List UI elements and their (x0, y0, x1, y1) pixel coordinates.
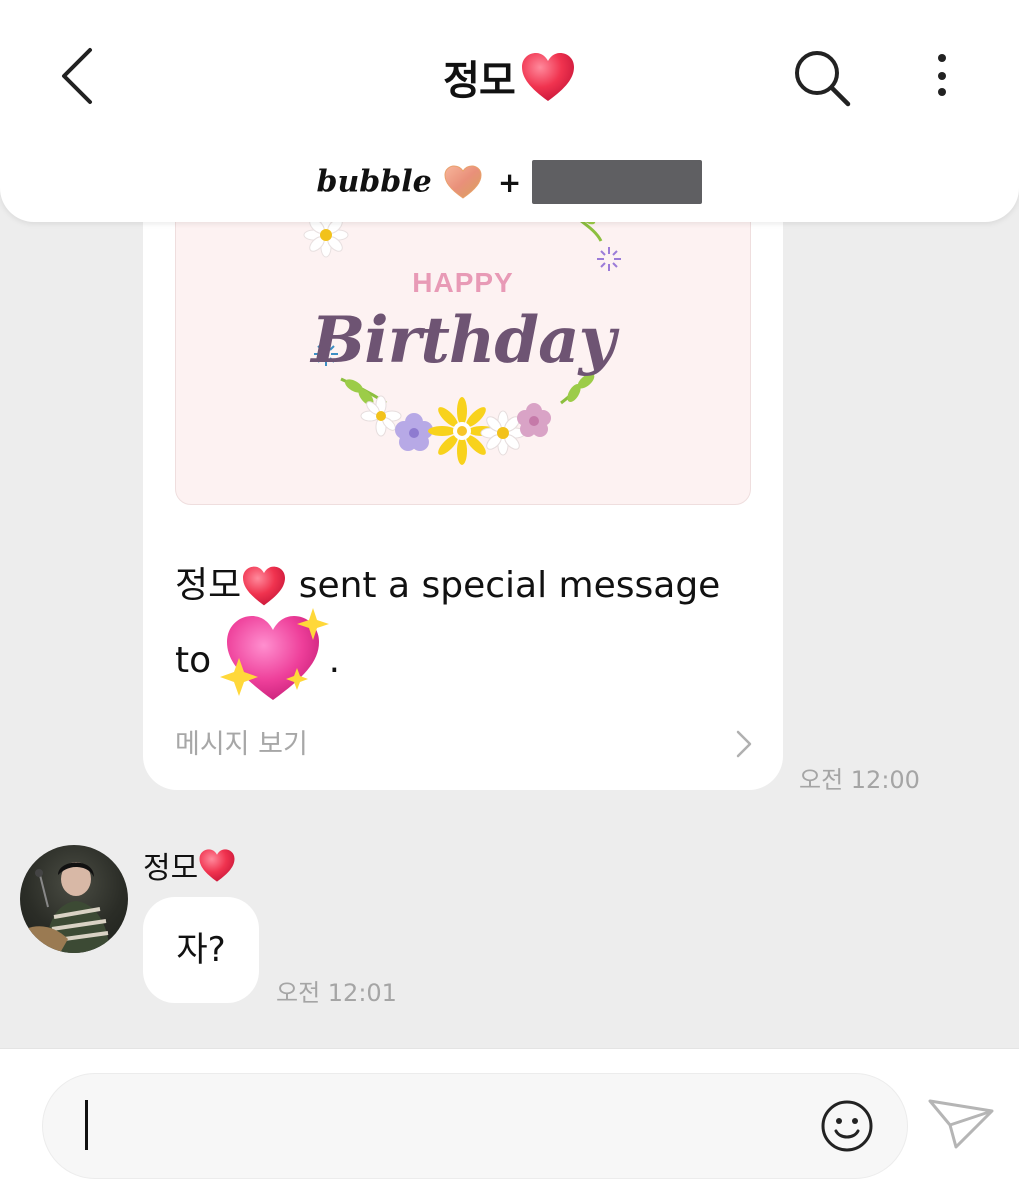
sender-name: 정모 (143, 843, 236, 887)
view-message-label: 메시지 보기 (175, 729, 308, 760)
red-heart-icon (199, 848, 235, 882)
card-sender-name: 정모 (175, 565, 242, 606)
message-input[interactable] (42, 1073, 908, 1179)
special-message-card[interactable]: HAPPY Birthday 정모 sent a special message… (143, 170, 783, 790)
card-message-part1: sent a special message (298, 565, 721, 606)
card-message-end: . (328, 640, 341, 681)
view-message-link[interactable]: 메시지 보기 (175, 725, 753, 765)
more-vertical-icon (938, 54, 946, 96)
artist-photo (26, 862, 110, 953)
birthday-card-image: HAPPY Birthday (175, 210, 751, 505)
message-input-bar (0, 1048, 1019, 1200)
brand-plus: + (497, 165, 522, 199)
chevron-right-icon (736, 730, 752, 758)
bubble-brand-logo: bubble (316, 164, 432, 200)
gold-heart-icon (444, 165, 482, 199)
red-heart-icon (521, 53, 574, 101)
search-button[interactable] (790, 46, 854, 110)
sender-name-text: 정모 (143, 851, 199, 886)
bubble-brand-banner: bubble + (0, 160, 1019, 212)
text-cursor (85, 1100, 88, 1150)
chat-header: 정모 bubble + (0, 0, 1019, 222)
card-birthday-text: Birthday (311, 303, 616, 378)
message-timestamp: 오전 12:00 (799, 766, 920, 794)
special-message-text: 정모 sent a special message to . (175, 555, 755, 706)
more-options-button[interactable] (918, 46, 966, 106)
card-happy-text: HAPPY (412, 267, 514, 298)
sparkling-heart-icon (219, 608, 329, 700)
message-timestamp: 오전 12:01 (276, 979, 397, 1007)
chat-title: 정모 (443, 58, 516, 104)
red-heart-icon (243, 566, 286, 606)
search-icon (795, 51, 851, 107)
chat-title-wrap: 정모 (0, 48, 1019, 106)
avatar[interactable] (20, 845, 128, 953)
card-message-part2: to (175, 640, 212, 681)
message-bubble[interactable]: 자? (143, 897, 259, 1003)
send-icon[interactable] (926, 1097, 996, 1151)
smiley-icon[interactable] (819, 1098, 875, 1154)
redacted-group-logo (532, 160, 703, 204)
